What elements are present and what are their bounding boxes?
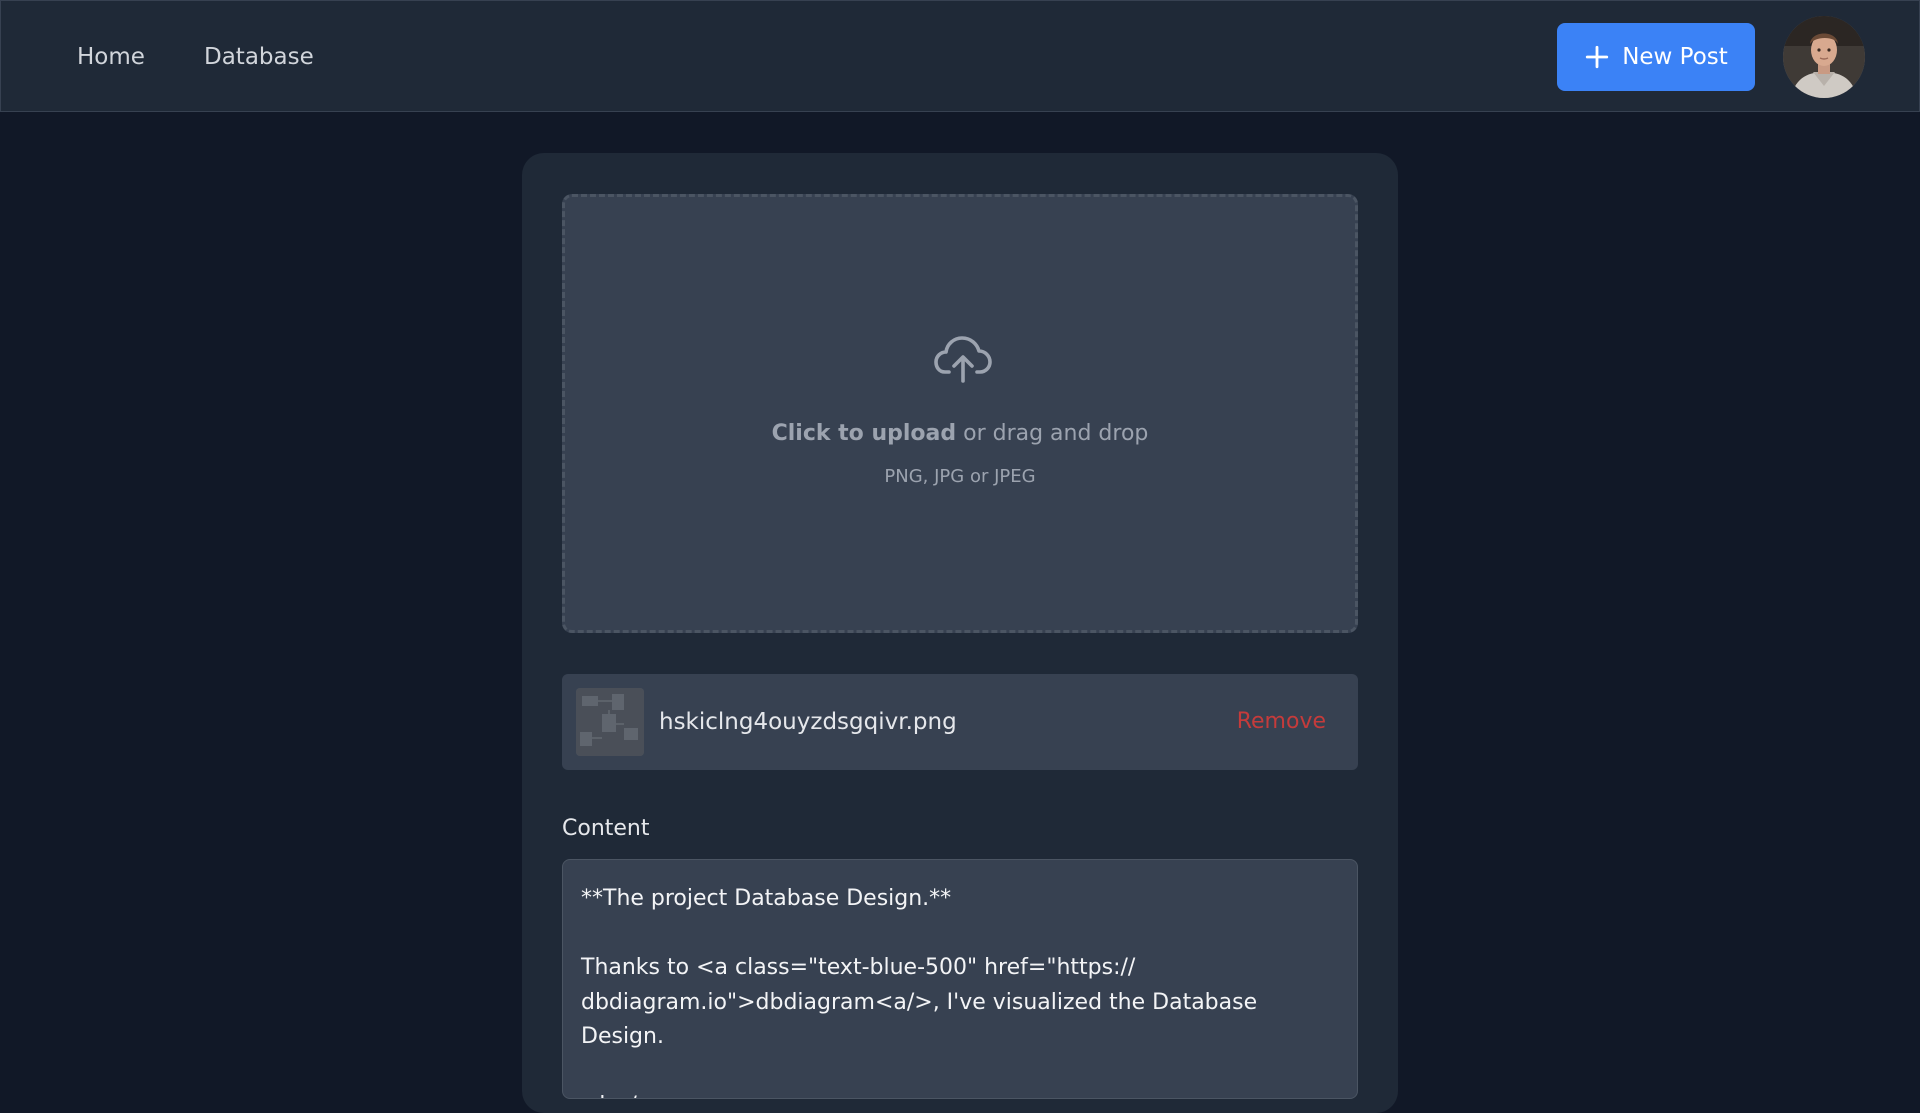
upload-instruction: Click to upload or drag and drop xyxy=(565,419,1355,449)
content-label: Content xyxy=(562,816,650,841)
plus-icon xyxy=(1586,45,1609,69)
avatar-image xyxy=(1783,16,1865,98)
image-dropzone[interactable]: Click to upload or drag and drop PNG, JP… xyxy=(562,194,1358,633)
remove-file-button[interactable]: Remove xyxy=(1237,706,1326,738)
nav-link-home[interactable]: Home xyxy=(77,41,145,73)
file-name: hskiclng4ouyzdsgqivr.png xyxy=(659,709,957,735)
upload-cta: Click to upload xyxy=(771,421,957,446)
file-thumbnail xyxy=(576,688,644,756)
upload-file-types: PNG, JPG or JPEG xyxy=(884,466,1036,487)
cloud-upload-icon xyxy=(934,336,992,383)
new-post-button[interactable]: New Post xyxy=(1557,23,1755,91)
user-avatar[interactable] xyxy=(1783,16,1865,98)
uploaded-file-item: hskiclng4ouyzdsgqivr.png Remove xyxy=(562,674,1358,770)
new-post-label: New Post xyxy=(1622,44,1728,70)
upload-cta-rest: or drag and drop xyxy=(956,421,1149,446)
nav-link-database[interactable]: Database xyxy=(204,41,314,73)
content-textarea[interactable]: **The project Database Design.** Thanks … xyxy=(562,859,1358,1099)
top-navbar: Home Database New Post xyxy=(0,0,1920,112)
